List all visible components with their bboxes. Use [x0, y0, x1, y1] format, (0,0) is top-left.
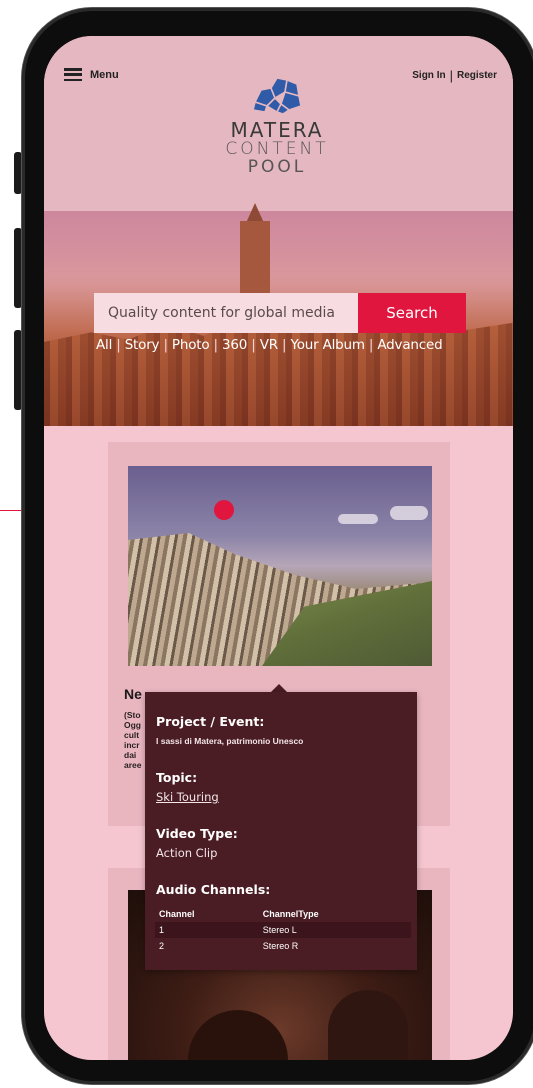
- hamburger-icon: [64, 68, 82, 81]
- audio-channels-table: Channel ChannelType 1 Stereo L 2 Stereo …: [155, 906, 411, 954]
- project-label: Project / Event:: [156, 714, 265, 729]
- bell-tower-spire: [246, 203, 264, 223]
- volume-down-button: [14, 330, 22, 410]
- content-filters: All | Story | Photo | 360 | VR | Your Al…: [96, 337, 443, 353]
- column-header: Channel: [159, 909, 195, 919]
- card-photo[interactable]: [128, 466, 432, 666]
- table-cell: 2: [159, 941, 165, 951]
- menu-button[interactable]: Menu: [64, 68, 119, 81]
- hotspot-marker[interactable]: [214, 500, 234, 520]
- search-input[interactable]: [94, 293, 358, 333]
- cave-arch: [328, 990, 408, 1060]
- sign-in-link[interactable]: Sign In: [412, 70, 445, 81]
- table-cell: Stereo R: [262, 941, 299, 951]
- filter-vr[interactable]: VR: [260, 337, 278, 353]
- metadata-tooltip: Project / Event: I sassi di Matera, patr…: [145, 692, 417, 970]
- mute-switch: [14, 152, 22, 194]
- search-bar: Search: [94, 293, 466, 333]
- project-value: I sassi di Matera, patrimonio Unesco: [156, 736, 304, 746]
- audio-channels-label: Audio Channels:: [156, 882, 271, 897]
- column-header: ChannelType: [262, 909, 319, 919]
- table-row: 1 Stereo L: [155, 922, 411, 938]
- table-cell: Stereo L: [258, 922, 411, 938]
- stone-cluster-logo-icon: [252, 77, 302, 115]
- filter-photo[interactable]: Photo: [172, 337, 210, 353]
- search-button[interactable]: Search: [358, 293, 466, 333]
- logo-text-matera: MATERA: [230, 118, 324, 142]
- topic-link[interactable]: Ski Touring: [156, 790, 219, 804]
- bell-tower: [240, 221, 270, 301]
- menu-label: Menu: [90, 68, 119, 81]
- auth-separator: |: [449, 68, 453, 83]
- table-row: 2 Stereo R: [155, 938, 411, 954]
- cave-arch: [188, 1010, 288, 1060]
- filter-all[interactable]: All: [96, 337, 112, 353]
- table-header-row: Channel ChannelType: [155, 906, 411, 922]
- hero-banner: Search All | Story | Photo | 360 | VR | …: [44, 203, 513, 426]
- site-header: Menu Sign In | Register MATERA CONTENT P…: [44, 36, 513, 211]
- table-cell: 1: [155, 922, 259, 938]
- filter-your-album[interactable]: Your Album: [290, 337, 365, 353]
- logo-text-pool: POOL: [247, 157, 307, 177]
- auth-links: Sign In | Register: [412, 68, 497, 83]
- logo-text-content: CONTENT: [225, 139, 329, 159]
- filter-advanced[interactable]: Advanced: [377, 337, 442, 353]
- tooltip-arrow: [271, 684, 287, 692]
- topic-label: Topic:: [156, 770, 198, 785]
- site-logo[interactable]: MATERA CONTENT POOL: [222, 72, 332, 176]
- filter-360[interactable]: 360: [222, 337, 247, 353]
- video-type-value: Action Clip: [156, 846, 218, 860]
- video-type-label: Video Type:: [156, 826, 238, 841]
- filter-story[interactable]: Story: [125, 337, 160, 353]
- card-title[interactable]: Ne: [124, 686, 142, 702]
- volume-up-button: [14, 228, 22, 308]
- register-link[interactable]: Register: [457, 70, 497, 81]
